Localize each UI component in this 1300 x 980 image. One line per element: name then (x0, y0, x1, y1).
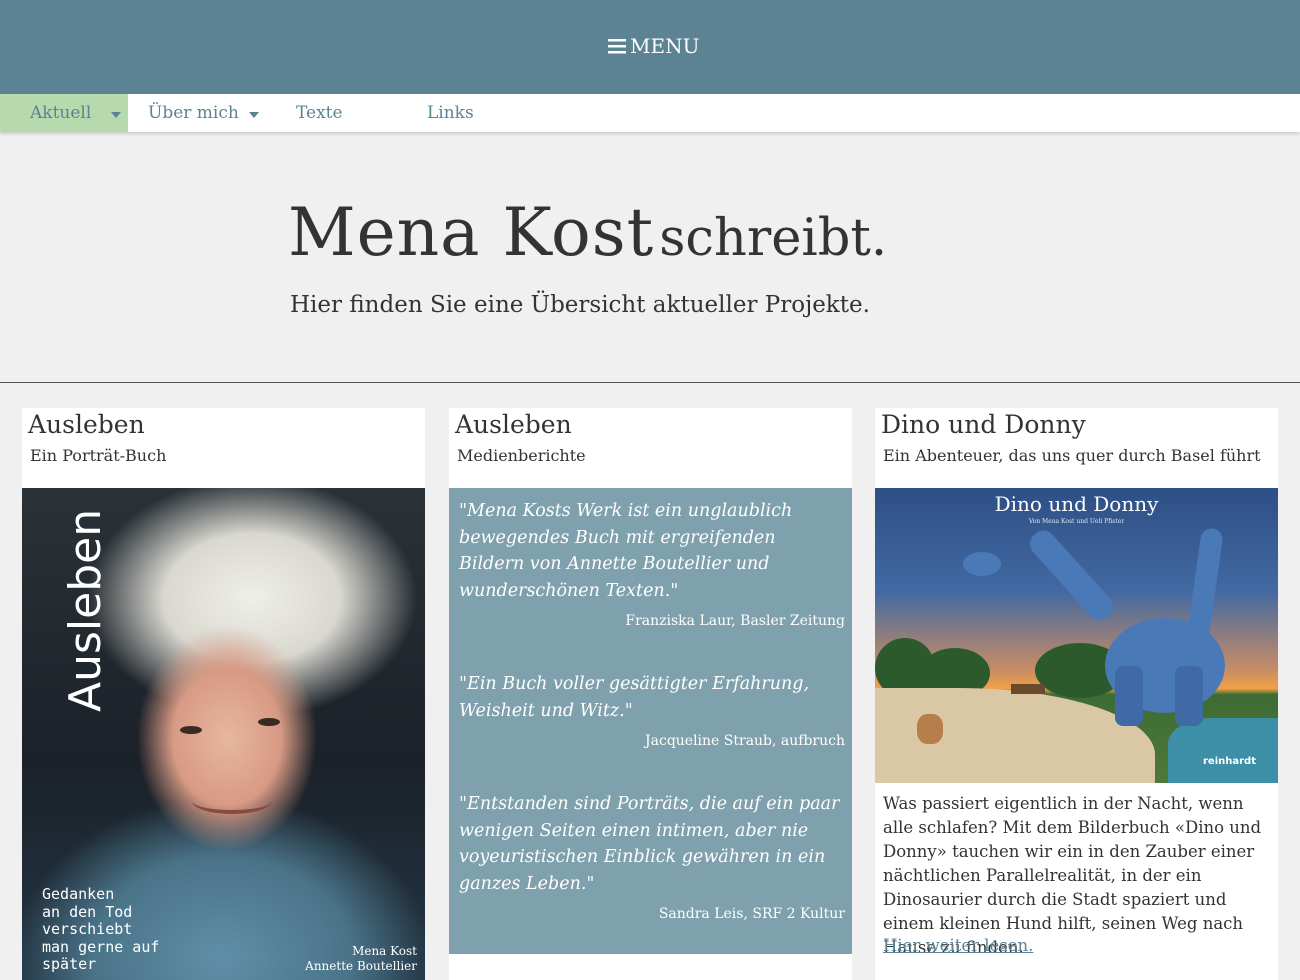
project-card-ausleben-book: Ausleben Ein Porträt-Buch Ausleben Gedan… (22, 408, 425, 980)
cover-title: Dino und Donny (994, 492, 1159, 516)
hamburger-icon (608, 39, 626, 54)
card-subtitle: Ein Porträt-Buch (30, 446, 167, 465)
card-description: Was passiert eigentlich in der Nacht, we… (883, 794, 1262, 957)
press-quote-source: Sandra Leis, SRF 2 Kultur (658, 906, 845, 922)
top-header: MENU (0, 0, 1300, 94)
page-title: Mena Kost schreibt. (288, 194, 887, 271)
card-subtitle: Ein Abenteuer, das uns quer durch Basel … (883, 446, 1261, 465)
card-title: Dino und Donny (881, 410, 1086, 439)
publisher-logo: reinhardt (1203, 756, 1256, 767)
dino-neck (1025, 525, 1118, 625)
dino-leg (1175, 666, 1203, 726)
chevron-down-icon (111, 112, 122, 118)
cover-tagline-line: Gedanken (42, 885, 115, 903)
press-quote-source: Jacqueline Straub, aufbruch (645, 733, 845, 749)
nav-item-label: Über mich (148, 103, 239, 123)
project-card-ausleben-press: Ausleben Medienberichte "Mena Kosts Werk… (449, 408, 852, 980)
cover-tagline: Gedanken an den Tod verschiebt man gerne… (42, 885, 192, 974)
press-quote: "Entstanden sind Porträts, die auf ein p… (459, 794, 840, 894)
cover-author: Mena Kost (352, 944, 417, 958)
nav-item-texte[interactable]: Texte (296, 94, 343, 132)
dino-head (963, 552, 1001, 576)
card-title: Ausleben (455, 410, 572, 439)
menu-button[interactable]: MENU (608, 34, 699, 58)
page-title-verb: schreibt. (659, 209, 888, 268)
cover-tagline-line: man gerne auf (42, 937, 160, 956)
cover-tagline-line: später (42, 955, 97, 973)
cover-author: Annette Boutellier (305, 959, 417, 973)
portrait-smile (192, 788, 272, 814)
page-subtitle: Hier finden Sie eine Übersicht aktueller… (290, 292, 870, 318)
river-water (1168, 718, 1278, 783)
chevron-down-icon (248, 112, 259, 118)
main-nav: Aktuell Über mich Texte Links (0, 94, 1300, 132)
nav-item-ueber-mich[interactable]: Über mich (148, 94, 259, 132)
nav-item-label: Links (427, 103, 474, 123)
cover-authors: Mena Kost Annette Boutellier (305, 944, 417, 974)
press-quote: "Ein Buch voller gesättigter Erfahrung, … (459, 674, 810, 721)
nav-item-label: Texte (296, 103, 343, 123)
nav-item-aktuell[interactable]: Aktuell (0, 94, 128, 132)
press-quote: "Mena Kosts Werk ist ein unglaublich bew… (459, 501, 793, 601)
park-bench (1011, 684, 1045, 694)
portrait-eye (180, 726, 202, 734)
press-quotes: "Mena Kosts Werk ist ein unglaublich bew… (449, 488, 852, 954)
cover-title: Ausleben (60, 508, 111, 712)
nav-item-label: Aktuell (30, 103, 92, 123)
page-title-name: Mena Kost (288, 194, 655, 271)
cover-tagline-line: verschiebt (42, 920, 133, 938)
nav-item-links[interactable]: Links (427, 94, 474, 132)
dog-figure (917, 714, 943, 744)
cover-tagline-line: an den Tod (42, 902, 133, 921)
menu-label: MENU (630, 34, 700, 58)
section-divider (0, 382, 1300, 383)
book-cover-image[interactable]: Dino und Donny Von Mena Kost und Ueli Pf… (875, 488, 1278, 783)
read-more-link[interactable]: Hier weiter lesen. (883, 936, 1033, 955)
card-subtitle: Medienberichte (457, 446, 586, 465)
press-quote-source: Franziska Laur, Basler Zeitung (625, 613, 845, 629)
card-title: Ausleben (28, 410, 145, 439)
book-cover-image[interactable]: Ausleben Gedanken an den Tod verschiebt … (22, 488, 425, 980)
project-card-dino-und-donny: Dino und Donny Ein Abenteuer, das uns qu… (875, 408, 1278, 980)
dino-leg (1115, 666, 1143, 726)
cover-authors: Von Mena Kost und Ueli Pfister (1028, 518, 1125, 525)
portrait-eye (258, 718, 280, 726)
